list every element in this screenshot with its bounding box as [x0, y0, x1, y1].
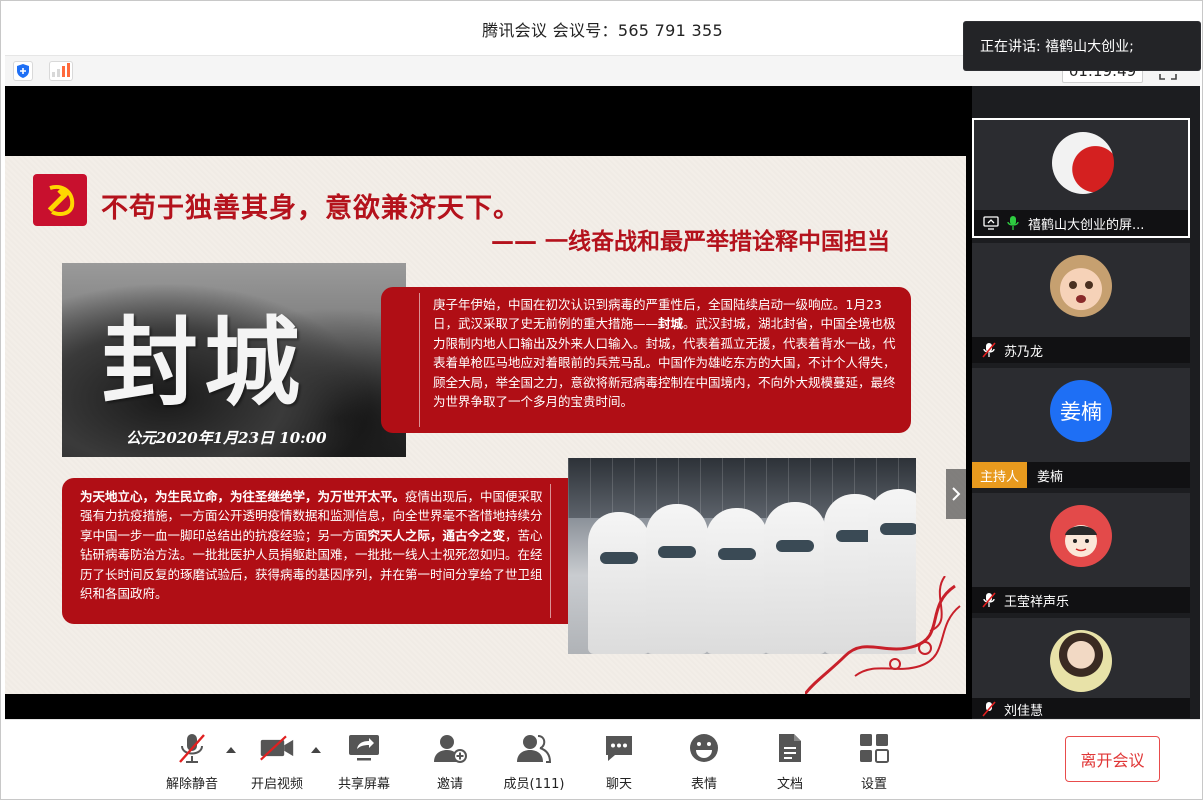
emoji-button[interactable]: 表情: [669, 730, 739, 792]
text-box-response: 为天地立心，为生民立命，为往圣继绝学，为万世开太平。疫情出现后，中国便采取强有力…: [62, 478, 591, 624]
leave-meeting-button[interactable]: 离开会议: [1065, 736, 1160, 782]
signal-bar-icon: [62, 66, 65, 77]
decorative-cloud-icon: [805, 576, 961, 694]
microphone-muted-icon: [174, 730, 210, 766]
screen-share-icon: [980, 214, 1002, 232]
start-video-button[interactable]: 开启视频: [242, 730, 312, 792]
chevron-up-icon: [226, 746, 236, 753]
camera-off-icon: [259, 730, 295, 766]
speaking-indicator: 正在讲话: 禧鹤山大创业;: [964, 22, 1200, 70]
avatar: [1050, 255, 1112, 317]
members-button[interactable]: 成员(111): [499, 730, 569, 792]
documents-button[interactable]: 文档: [755, 730, 825, 792]
share-screen-icon: [346, 730, 382, 766]
unmute-button[interactable]: 解除静音: [157, 730, 227, 792]
lockdown-image: 封城 公元2020年1月23日 10:00: [62, 263, 406, 457]
slide-subheading: —— 一线奋战和最严举措诠释中国担当: [491, 229, 891, 255]
participant-tile[interactable]: 王莹祥声乐: [972, 493, 1190, 613]
document-icon: [772, 730, 808, 766]
meeting-window: 腾讯会议 会议号：565 791 355 01:19:49 不苟于独善其身，意欲…: [0, 0, 1203, 800]
network-signal-button[interactable]: [49, 61, 73, 81]
participant-tile[interactable]: 禧鹤山大创业的屏...: [972, 118, 1190, 238]
signal-bar-icon: [67, 63, 70, 77]
participant-tile[interactable]: 刘佳慧: [972, 618, 1190, 718]
shield-icon: [17, 64, 29, 78]
presentation-slide: 不苟于独善其身，意欲兼济天下。 —— 一线奋战和最严举措诠释中国担当 封城 公元…: [5, 156, 966, 694]
avatar: [1050, 505, 1112, 567]
lockdown-date: 公元2020年1月23日 10:00: [126, 429, 327, 447]
lockdown-title: 封城: [102, 306, 306, 419]
meeting-toolbar: 解除静音 开启视频 共享屏幕 邀请 成员(111) 聊天 表情 文档 设置 离开…: [5, 719, 1200, 799]
signal-bar-icon: [52, 72, 55, 77]
participant-tile[interactable]: 苏乃龙: [972, 243, 1190, 363]
text-box-response-content: 为天地立心，为生民立命，为往圣继绝学，为万世开太平。疫情出现后，中国便采取强有力…: [80, 489, 543, 602]
microphone-muted-icon: [978, 591, 1000, 609]
security-shield-button[interactable]: [13, 61, 33, 81]
invite-user-icon: [432, 730, 468, 766]
avatar: [1052, 132, 1114, 194]
party-emblem-icon: [33, 174, 87, 226]
signal-bar-icon: [57, 69, 60, 77]
members-icon: [516, 730, 552, 766]
avatar: 姜楠: [1050, 380, 1112, 442]
chevron-up-icon: [311, 746, 321, 753]
chat-icon: [601, 730, 637, 766]
next-page-button[interactable]: [946, 469, 966, 519]
emoji-icon: [686, 730, 722, 766]
audio-options-caret[interactable]: [225, 744, 237, 754]
video-options-caret[interactable]: [310, 744, 322, 754]
chat-button[interactable]: 聊天: [584, 730, 654, 792]
chevron-right-icon: [952, 487, 961, 501]
invite-button[interactable]: 邀请: [415, 730, 485, 792]
microphone-muted-icon: [978, 700, 1000, 718]
microphone-active-icon: [1002, 214, 1024, 232]
text-box-lockdown: 庚子年伊始，中国在初次认识到病毒的严重性后，全国陆续启动一级响应。1月23日，武…: [381, 287, 911, 433]
slide-heading: 不苟于独善其身，意欲兼济天下。: [101, 193, 521, 224]
apps-grid-icon: [856, 730, 892, 766]
microphone-muted-icon: [978, 341, 1000, 359]
settings-button[interactable]: 设置: [839, 730, 909, 792]
host-badge: 主持人: [972, 462, 1028, 488]
avatar: [1050, 630, 1112, 692]
text-box-lockdown-content: 庚子年伊始，中国在初次认识到病毒的严重性后，全国陆续启动一级响应。1月23日，武…: [433, 297, 896, 410]
share-screen-button[interactable]: 共享屏幕: [329, 730, 399, 792]
participant-tile[interactable]: 姜楠 主持人 姜楠: [972, 368, 1190, 488]
